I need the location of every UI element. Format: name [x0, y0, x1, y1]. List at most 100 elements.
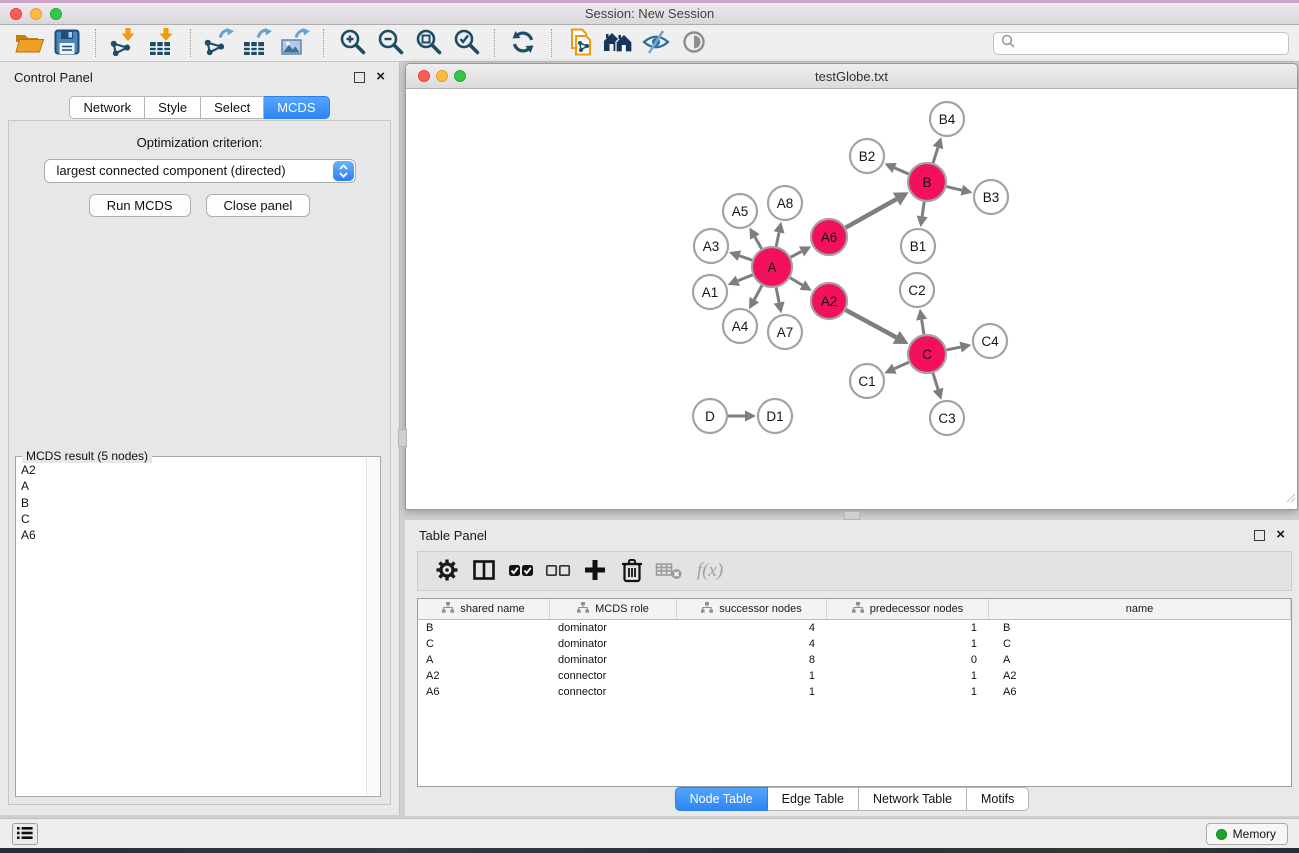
graph-node-C4[interactable]: C4	[973, 324, 1007, 358]
import-network-button[interactable]	[105, 27, 143, 59]
criterion-dropdown[interactable]: largest connected component (directed)	[44, 159, 356, 183]
float-table-panel-icon[interactable]	[1254, 530, 1265, 541]
mcds-result-item[interactable]: A	[21, 478, 380, 494]
horizontal-splitter-handle[interactable]	[844, 511, 860, 520]
column-header-predecessor-nodes[interactable]: predecessor nodes	[827, 599, 989, 619]
tab-network-table[interactable]: Network Table	[859, 787, 967, 811]
graph-node-B4[interactable]: B4	[930, 102, 964, 136]
table-cell[interactable]: A6	[989, 686, 1291, 698]
table-cell[interactable]: 1	[827, 638, 989, 650]
graph-node-A6[interactable]: A6	[811, 219, 847, 255]
table-cell[interactable]: 4	[677, 622, 827, 634]
graph-node-A3[interactable]: A3	[694, 229, 728, 263]
table-cell[interactable]: dominator	[550, 622, 677, 634]
network-zoom-button[interactable]	[454, 70, 466, 82]
table-cell[interactable]: A2	[418, 670, 550, 682]
graph-node-D[interactable]: D	[693, 399, 727, 433]
graph-node-B[interactable]: B	[908, 163, 946, 201]
table-cell[interactable]: 4	[677, 638, 827, 650]
graph-node-C3[interactable]: C3	[930, 401, 964, 435]
zoom-fit-button[interactable]	[409, 27, 447, 59]
zoom-selected-button[interactable]	[447, 27, 485, 59]
save-session-button[interactable]	[48, 27, 86, 59]
tab-edge-table[interactable]: Edge Table	[768, 787, 859, 811]
search-field[interactable]	[993, 32, 1289, 55]
graph-node-C1[interactable]: C1	[850, 364, 884, 398]
close-panel-button[interactable]: Close panel	[206, 194, 311, 217]
table-cell[interactable]: dominator	[550, 638, 677, 650]
tab-mcds[interactable]: MCDS	[264, 96, 329, 119]
table-cell[interactable]: 1	[827, 670, 989, 682]
tab-style[interactable]: Style	[145, 96, 201, 119]
table-cell[interactable]: C	[989, 638, 1291, 650]
graph-node-C2[interactable]: C2	[900, 273, 934, 307]
graph-node-C[interactable]: C	[908, 335, 946, 373]
zoom-button[interactable]	[50, 8, 62, 20]
delete-button[interactable]	[613, 555, 650, 587]
search-input[interactable]	[1020, 35, 1281, 51]
table-cell[interactable]: 8	[677, 654, 827, 666]
graph-node-A5[interactable]: A5	[723, 194, 757, 228]
graph-node-A4[interactable]: A4	[723, 309, 757, 343]
gear-button[interactable]	[428, 555, 465, 587]
export-network-button[interactable]	[200, 27, 238, 59]
table-cell[interactable]: connector	[550, 670, 677, 682]
table-cell[interactable]: A	[989, 654, 1291, 666]
tab-motifs[interactable]: Motifs	[967, 787, 1029, 811]
clone-network-button[interactable]	[561, 27, 599, 59]
table-cell[interactable]: A6	[418, 686, 550, 698]
open-file-button[interactable]	[10, 27, 48, 59]
table-row[interactable]: A6connector11A6	[418, 684, 1291, 700]
graph-node-D1[interactable]: D1	[758, 399, 792, 433]
tab-select[interactable]: Select	[201, 96, 264, 119]
graph-node-A8[interactable]: A8	[768, 186, 802, 220]
table-cell[interactable]: 1	[677, 670, 827, 682]
column-header-shared-name[interactable]: shared name	[418, 599, 550, 619]
table-cell[interactable]: C	[418, 638, 550, 650]
add-button[interactable]	[576, 555, 613, 587]
network-canvas[interactable]: AA6A2BCA5A8A3A1A4A7B2B4B3B1C2C4C1C3DD1	[406, 89, 1297, 509]
tab-node-table[interactable]: Node Table	[675, 787, 768, 811]
table-cell[interactable]: 1	[827, 686, 989, 698]
resize-grip-icon[interactable]	[1285, 490, 1296, 508]
graph-node-A1[interactable]: A1	[693, 275, 727, 309]
import-table-button[interactable]	[143, 27, 181, 59]
table-cell[interactable]: dominator	[550, 654, 677, 666]
table-cell[interactable]: 1	[827, 622, 989, 634]
network-close-button[interactable]	[418, 70, 430, 82]
vertical-splitter-handle[interactable]	[398, 429, 407, 447]
column-header-mcds-role[interactable]: MCDS role	[550, 599, 677, 619]
network-minimize-button[interactable]	[436, 70, 448, 82]
mcds-result-item[interactable]: C	[21, 511, 380, 527]
minimize-button[interactable]	[30, 8, 42, 20]
tab-network[interactable]: Network	[69, 96, 145, 119]
graph-node-A[interactable]: A	[752, 247, 792, 287]
table-row[interactable]: A2connector11A2	[418, 668, 1291, 684]
table-cell[interactable]: connector	[550, 686, 677, 698]
table-row[interactable]: Bdominator41B	[418, 620, 1291, 636]
table-cell[interactable]: 1	[677, 686, 827, 698]
table-cell[interactable]: A	[418, 654, 550, 666]
show-graphics-button[interactable]	[675, 27, 713, 59]
export-table-button[interactable]	[238, 27, 276, 59]
float-panel-icon[interactable]	[354, 72, 365, 83]
close-button[interactable]	[10, 8, 22, 20]
home-button[interactable]	[599, 27, 637, 59]
table-cell[interactable]: 0	[827, 654, 989, 666]
export-image-button[interactable]	[276, 27, 314, 59]
graph-node-B2[interactable]: B2	[850, 139, 884, 173]
graph-node-B3[interactable]: B3	[974, 180, 1008, 214]
mcds-result-item[interactable]: A6	[21, 527, 380, 543]
split-columns-button[interactable]	[465, 555, 502, 587]
table-row[interactable]: Cdominator41C	[418, 636, 1291, 652]
column-header-name[interactable]: name	[989, 599, 1291, 619]
zoom-out-button[interactable]	[371, 27, 409, 59]
table-cell[interactable]: A2	[989, 670, 1291, 682]
memory-button[interactable]: Memory	[1206, 823, 1288, 845]
show-panels-button[interactable]	[12, 823, 38, 845]
table-cell[interactable]: B	[989, 622, 1291, 634]
mcds-result-item[interactable]: B	[21, 495, 380, 511]
refresh-button[interactable]	[504, 27, 542, 59]
mcds-result-item[interactable]: A2	[21, 462, 380, 478]
zoom-in-button[interactable]	[333, 27, 371, 59]
